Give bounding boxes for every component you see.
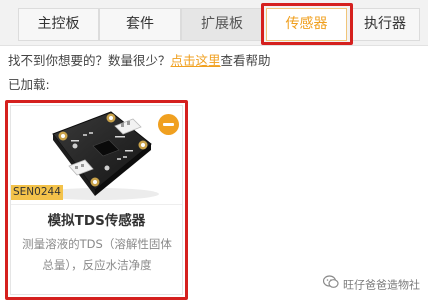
card-divider [11, 204, 182, 205]
card-description: 测量溶液的TDS（溶解性固体总量），反应水洁净度 [22, 237, 172, 272]
minus-bar [163, 123, 174, 126]
card-title: 模拟TDS传感器 [47, 213, 146, 229]
category-tabbar: 主控板 套件 扩展板 传感器 执行器 [0, 0, 428, 46]
watermark-text: 旺仔爸爸造物社 [343, 278, 420, 292]
tab-actuators[interactable]: 执行器 [350, 8, 420, 41]
tab-main-board[interactable]: 主控板 [18, 8, 99, 41]
help-hint: 找不到你想要的？数量很少？点击这里查看帮助 [8, 51, 428, 71]
tab-sensors[interactable]: 传感器 [266, 8, 347, 41]
sku-badge: SEN0244 [11, 185, 63, 200]
sensor-card[interactable]: SEN0244 模拟TDS传感器 测量溶液的TDS（溶解性固体总量），反应水洁净… [10, 105, 183, 295]
wechat-watermark-icon [322, 275, 339, 296]
hint-prefix: 找不到你想要的？数量很少？ [8, 53, 171, 68]
watermark: 旺仔爸爸造物社 [322, 275, 420, 296]
tab-expansion-board[interactable]: 扩展板 [181, 8, 263, 41]
minus-circle-icon[interactable] [158, 114, 179, 135]
tab-kits[interactable]: 套件 [99, 8, 181, 41]
help-link[interactable]: 点击这里 [171, 53, 221, 68]
loaded-section-label: 已加载: [8, 77, 50, 92]
hint-suffix: 查看帮助 [220, 53, 271, 68]
